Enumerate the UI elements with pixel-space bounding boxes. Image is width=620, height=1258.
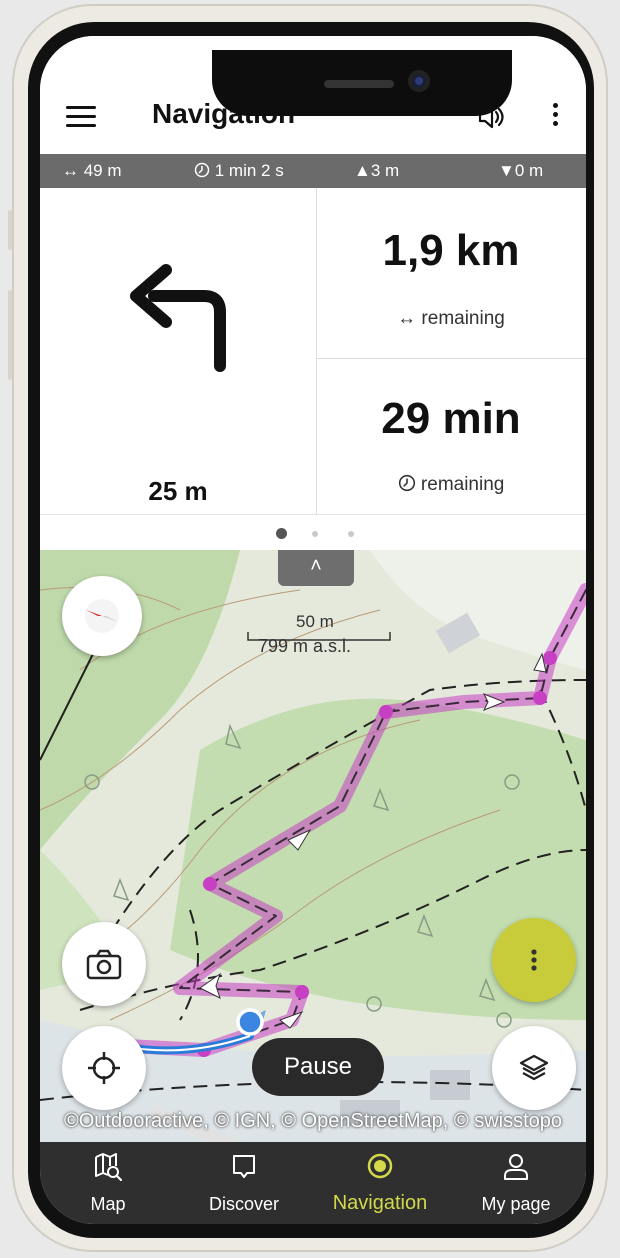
more-actions-button[interactable] <box>492 918 576 1002</box>
expand-panel-button[interactable]: ˄ <box>278 550 354 586</box>
phone-side-button <box>8 210 12 250</box>
stat-distance: ↔ 49 m <box>62 161 122 180</box>
vertical-dots-icon <box>531 949 537 971</box>
descent-icon: ▼ <box>498 161 515 180</box>
nav-item-navigation[interactable]: Navigation <box>312 1142 448 1224</box>
nav-item-map[interactable]: Map <box>40 1142 176 1224</box>
remaining-time: 29 min <box>381 394 521 443</box>
phone-volume-button <box>8 290 12 380</box>
page-indicator[interactable] <box>276 528 356 540</box>
turn-left-arrow-icon <box>130 264 226 372</box>
remaining-time-label: remaining <box>316 474 586 496</box>
layers-icon <box>519 1054 549 1081</box>
stat-time-value: 1 min 2 s <box>214 161 284 180</box>
elevation-label: 799 m a.s.l. <box>258 636 352 656</box>
stat-ascent: ▲3 m <box>354 161 399 181</box>
camera <box>408 70 430 92</box>
clock-icon <box>194 162 210 178</box>
stats-bar: ↔ 49 m 1 min 2 s ▲3 m ▼0 m <box>40 154 586 188</box>
nav-item-discover[interactable]: Discover <box>176 1142 312 1224</box>
stat-descent-value: 0 m <box>514 161 544 180</box>
hamburger-menu-icon[interactable] <box>66 106 96 128</box>
stat-descent: ▼0 m <box>498 161 543 181</box>
crosshair-icon <box>88 1052 120 1084</box>
divider <box>40 514 586 515</box>
turn-distance: 25 m <box>148 476 208 506</box>
scale-label: 50 m <box>296 612 334 631</box>
nav-item-my-page[interactable]: My page <box>448 1142 584 1224</box>
stat-ascent-value: 3 m <box>370 161 400 180</box>
screen: Navigation ↔ 49 m 1 min 2 s ▲3 m ▼0 m 25… <box>40 36 586 1224</box>
compass-button[interactable] <box>62 576 142 656</box>
ascent-icon: ▲ <box>354 161 371 180</box>
nav-label-map: Map <box>90 1194 126 1214</box>
compass-icon <box>85 599 119 633</box>
discover-icon <box>233 1155 255 1178</box>
nav-label-my-page: My page <box>481 1194 551 1214</box>
stat-time: 1 min 2 s <box>194 161 284 181</box>
camera-icon <box>86 949 122 980</box>
locate-me-button[interactable] <box>62 1026 146 1110</box>
bottom-navigation: Map Discover Navigation My page <box>40 1142 586 1224</box>
remaining-distance: 1,9 km <box>382 226 520 275</box>
layers-button[interactable] <box>492 1026 576 1110</box>
map-search-icon <box>95 1153 122 1182</box>
speaker <box>324 80 394 88</box>
map-attribution: ©Outdooractive, © IGN, © OpenStreetMap, … <box>63 1110 563 1132</box>
nav-label-discover: Discover <box>208 1194 279 1214</box>
notch <box>212 50 512 116</box>
person-icon <box>504 1154 528 1180</box>
camera-button[interactable] <box>62 922 146 1006</box>
clock-icon <box>398 474 415 492</box>
nav-label-navigation: Navigation <box>332 1192 428 1214</box>
divider <box>316 358 586 359</box>
remaining-distance-label: ↔ remaining <box>397 308 505 329</box>
more-options-icon[interactable] <box>550 100 560 132</box>
navigation-icon <box>367 1153 393 1179</box>
remaining-time-label-text: remaining <box>420 474 505 495</box>
pause-button[interactable]: Pause <box>252 1038 384 1096</box>
